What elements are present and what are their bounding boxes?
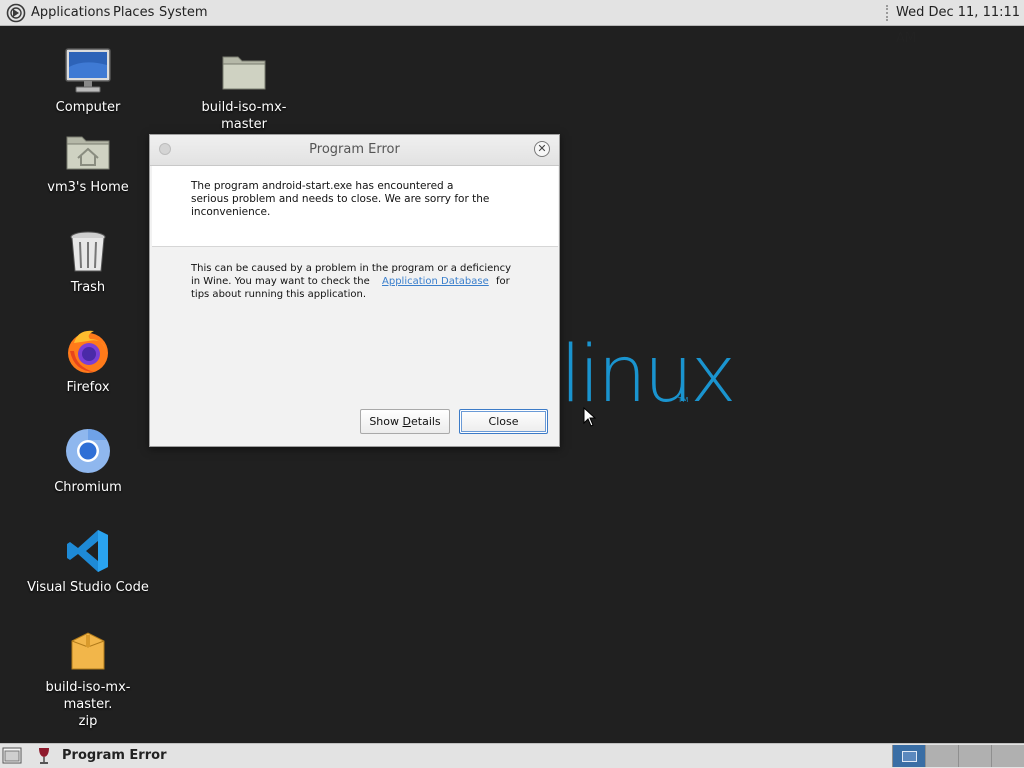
home-folder-icon (66, 136, 110, 170)
vscode-icon (67, 530, 108, 572)
workspace-3[interactable] (958, 745, 991, 767)
firefox-icon (68, 330, 108, 373)
clock[interactable]: Wed Dec 11, 11:11 AM (896, 0, 1024, 46)
label-line-2: zip (78, 714, 98, 729)
close-icon[interactable]: ✕ (534, 141, 550, 157)
distro-menu-icon[interactable] (6, 3, 26, 23)
show-details-button[interactable]: Show Details (360, 409, 450, 434)
mouse-cursor-icon (583, 407, 597, 427)
close-button[interactable]: Close (459, 409, 548, 434)
places-menu[interactable]: Places (113, 0, 154, 26)
application-database-link[interactable]: Application Database (382, 275, 489, 288)
detail-line-3: tips about running this application. (191, 289, 366, 300)
desktop-icon-label: build-iso-mx-master. zip (23, 679, 153, 730)
show-details-accel: D (402, 415, 411, 428)
dialog-titlebar[interactable]: Program Error ✕ (150, 135, 559, 166)
show-details-label-pre: Show (369, 415, 403, 428)
workspace-1[interactable] (892, 745, 925, 767)
computer-icon (65, 48, 111, 93)
error-message: The program android-start.exe has encoun… (191, 180, 521, 219)
program-error-dialog: Program Error ✕ The program android-star… (149, 134, 560, 447)
folder-icon (222, 56, 266, 90)
workspace-4[interactable] (991, 745, 1024, 767)
error-line-1: The program android-start.exe has encoun… (191, 180, 454, 192)
desktop-icon-label: Firefox (66, 380, 110, 395)
dialog-title: Program Error (309, 142, 400, 157)
system-menu[interactable]: System (159, 0, 207, 26)
top-panel: Applications Places System Wed Dec 11, 1… (0, 0, 1024, 46)
error-message-panel: The program android-start.exe has encoun… (152, 166, 558, 247)
applications-menu[interactable]: Applications (31, 0, 110, 26)
desktop-icon-label: vm3's Home (47, 180, 129, 195)
workspace-2[interactable] (925, 745, 958, 767)
workspace-window-thumb (902, 751, 917, 762)
detail-line-1: This can be caused by a problem in the p… (191, 263, 512, 274)
taskbar-window-label: Program Error (62, 748, 167, 763)
bottom-taskbar: Program Error (0, 743, 1024, 768)
desktop-icon-label: Trash (70, 280, 106, 295)
desktop-icon-label: Computer (55, 100, 121, 115)
desktop-icon-label: Visual Studio Code (27, 580, 149, 595)
error-line-2: serious problem and needs to close. We a… (191, 193, 490, 205)
zip-archive-icon (71, 632, 105, 670)
wallpaper-logo-tm: TM (678, 396, 689, 404)
detail-line-2: in Wine. You may want to check the (191, 276, 370, 287)
chromium-icon (66, 429, 110, 473)
label-line-1: build-iso-mx-master. (45, 680, 131, 712)
show-details-label-post: etails (411, 415, 441, 428)
panel-separator (886, 5, 890, 21)
detail-link-tail: for (496, 276, 510, 287)
desktop-icon-label: build-iso-mx-master (201, 100, 287, 132)
error-line-3: inconvenience. (191, 206, 271, 218)
trash-icon (70, 231, 106, 272)
show-desktop-icon[interactable] (2, 747, 22, 764)
desktop-icon-label: Chromium (54, 480, 122, 495)
wine-icon (39, 748, 49, 764)
